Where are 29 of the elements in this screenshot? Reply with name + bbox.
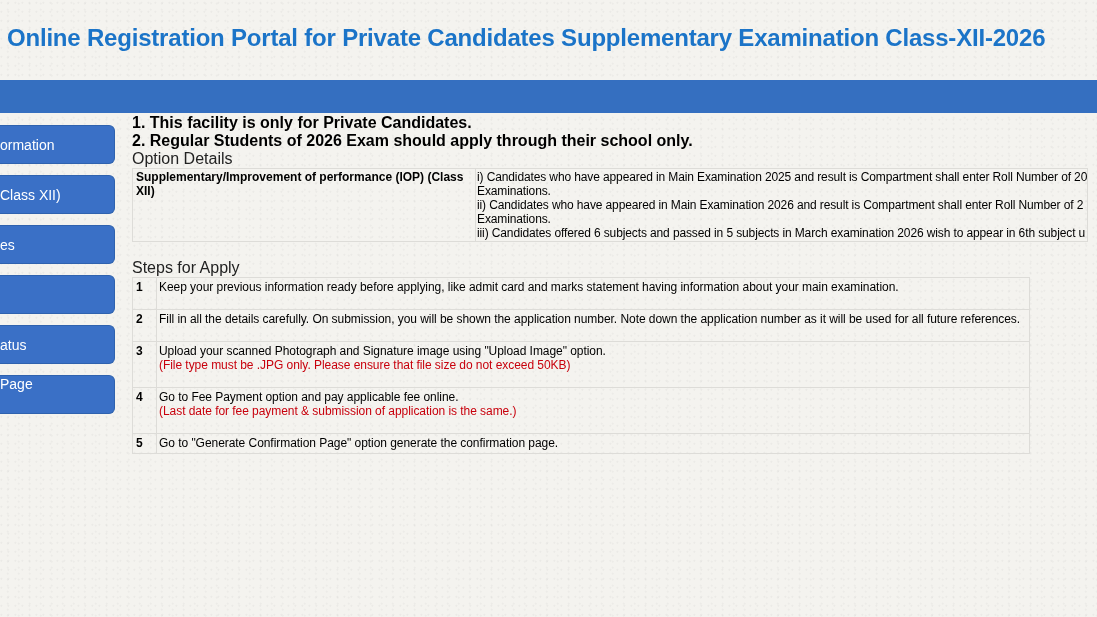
step-text: Fill in all the details carefully. On submission, you will be shown the application number. Note down the application number as it will be used for all future references.: [159, 312, 1022, 326]
option-detail-text: ii) Candidates who have appeared in Main Examination 2026 and result is Compartment shall enter Roll Number of 2: [477, 198, 1084, 212]
page-title: Online Registration Portal for Private Candidates Supplementary Examination Class-XII-2026: [7, 24, 1046, 52]
option-name: Supplementary/Improvement of performance (IOP) (Class XII): [136, 170, 465, 198]
sidebar-button[interactable]: es: [0, 225, 115, 264]
step-text: Upload your scanned Photograph and Signature image using "Upload Image" option.: [159, 344, 607, 358]
option-detail-text: Examinations.: [477, 184, 551, 198]
section-heading: Steps for Apply: [132, 259, 240, 277]
notice-text: 1. This facility is only for Private Candidates.: [132, 114, 472, 132]
notice-text: 2. Regular Students of 2026 Exam should apply through their school only.: [132, 132, 693, 150]
step-text: Go to Fee Payment option and pay applicable fee online.: [159, 390, 460, 404]
step-number: 1: [136, 280, 143, 294]
step-note: (Last date for fee payment & submission of application is the same.): [159, 404, 518, 418]
step-number: 5: [136, 436, 143, 450]
sidebar-button[interactable]: [0, 275, 115, 314]
step-text: Keep your previous information ready before applying, like admit card and marks statement having information about your main examination.: [159, 280, 900, 294]
option-detail-text: Examinations.: [477, 212, 551, 226]
step-number: 4: [136, 390, 143, 404]
option-detail-text: iii) Candidates offered 6 subjects and passed in 5 subjects in March examination 2026 wish to appear in 6th subject u: [477, 226, 1086, 240]
step-text: Go to "Generate Confirmation Page" option generate the confirmation page.: [159, 436, 560, 450]
sidebar-button[interactable]: atus: [0, 325, 115, 364]
sidebar-button[interactable]: Class XII): [0, 175, 115, 214]
step-number: 2: [136, 312, 143, 326]
sidebar-button[interactable]: Page: [0, 375, 115, 414]
step-number: 3: [136, 344, 143, 358]
section-heading: Option Details: [132, 150, 233, 168]
sidebar-button[interactable]: ormation: [0, 125, 115, 164]
option-detail-text: i) Candidates who have appeared in Main Examination 2025 and result is Compartment shall enter Roll Number of 20: [477, 170, 1088, 184]
step-note: (File type must be .JPG only. Please ensure that file size do not exceed 50KB): [159, 358, 572, 372]
